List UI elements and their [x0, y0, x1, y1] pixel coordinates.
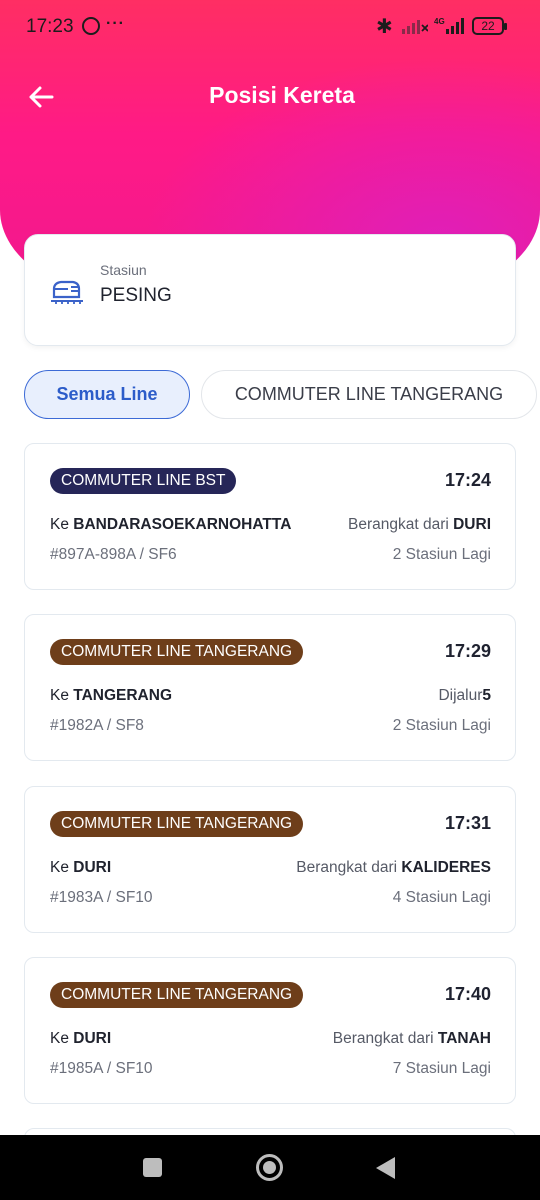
- signal-4g-icon: 4G: [434, 17, 464, 34]
- departure-value: TANAH: [437, 1030, 491, 1047]
- line-badge: COMMUTER LINE BST: [50, 468, 237, 494]
- filter-chip-all-lines[interactable]: Semua Line: [24, 370, 190, 419]
- departure-value: KALIDERES: [401, 859, 491, 876]
- train-number: #1985A / SF10: [50, 1060, 153, 1077]
- destination-prefix: Ke: [50, 1030, 74, 1047]
- station-label: Stasiun: [100, 262, 147, 278]
- line-badge: COMMUTER LINE TANGERANG: [50, 639, 304, 665]
- departure-info: Berangkat dari TANAH: [333, 1030, 491, 1048]
- bluetooth-icon: ✱: [376, 16, 393, 38]
- destination: Ke BANDARASOEKARNOHATTA: [50, 516, 291, 534]
- departure-prefix: Berangkat dari: [296, 859, 402, 876]
- destination-station: BANDARASOEKARNOHATTA: [73, 516, 292, 533]
- station-name: PESING: [100, 285, 172, 306]
- departure-info: Berangkat dari KALIDERES: [296, 859, 491, 877]
- train-card[interactable]: COMMUTER LINE TANGERANG 17:31 Ke DURI Be…: [24, 786, 516, 933]
- recent-apps-icon[interactable]: [143, 1158, 162, 1177]
- destination-prefix: Ke: [50, 859, 74, 876]
- departure-time: 17:31: [444, 813, 491, 833]
- train-card[interactable]: COMMUTER LINE BST 17:24 Ke BANDARASOEKAR…: [24, 443, 516, 590]
- destination-prefix: Ke: [50, 687, 74, 704]
- departure-prefix: Berangkat dari: [347, 516, 454, 533]
- train-card[interactable]: COMMUTER LINE TANGERANG 17:29 Ke TANGERA…: [24, 614, 516, 761]
- filter-chip-tangerang[interactable]: COMMUTER LINE TANGERANG: [201, 370, 537, 419]
- departure-time: 17:24: [444, 470, 491, 490]
- destination-station: TANGERANG: [73, 687, 173, 704]
- destination: Ke DURI: [50, 859, 111, 877]
- battery-icon: 22: [472, 17, 507, 35]
- status-bar: 17:23 ··· ✱ 4G 22: [0, 0, 540, 56]
- departure-time: 17:40: [444, 984, 491, 1004]
- system-nav-bar: [0, 1135, 540, 1200]
- whatsapp-icon: [82, 17, 100, 35]
- departure-time: 17:29: [444, 641, 491, 661]
- departure-info: Berangkat dari DURI: [348, 516, 491, 534]
- status-time: 17:23: [26, 16, 74, 37]
- destination-station: DURI: [73, 859, 112, 876]
- line-badge: COMMUTER LINE TANGERANG: [50, 982, 304, 1008]
- train-card[interactable]: COMMUTER LINE TANGERANG 17:40 Ke DURI Be…: [24, 957, 516, 1104]
- departure-info: Dijalur5: [438, 687, 491, 705]
- train-number: #897A-898A / SF6: [50, 546, 177, 563]
- train-icon: [51, 280, 83, 304]
- station-selector[interactable]: Stasiun PESING: [24, 234, 516, 346]
- destination-prefix: Ke: [50, 516, 74, 533]
- stations-remaining: 4 Stasiun Lagi: [392, 889, 491, 906]
- line-badge: COMMUTER LINE TANGERANG: [50, 811, 304, 837]
- train-number: #1983A / SF10: [50, 889, 153, 906]
- destination-station: DURI: [73, 1030, 112, 1047]
- stations-remaining: 2 Stasiun Lagi: [392, 717, 491, 734]
- departure-prefix: Dijalur: [438, 687, 483, 704]
- stations-remaining: 7 Stasiun Lagi: [392, 1060, 491, 1077]
- departure-value: 5: [482, 687, 491, 704]
- signal-weak-icon: [402, 20, 428, 34]
- home-icon[interactable]: [256, 1154, 283, 1181]
- more-notifications-icon: ···: [106, 15, 125, 32]
- destination: Ke DURI: [50, 1030, 111, 1048]
- destination: Ke TANGERANG: [50, 687, 172, 705]
- page-title: Posisi Kereta: [209, 82, 355, 108]
- train-number: #1982A / SF8: [50, 717, 144, 734]
- network-type: 4G: [434, 17, 445, 26]
- departure-value: DURI: [453, 516, 491, 533]
- system-back-icon[interactable]: [376, 1157, 395, 1179]
- departure-prefix: Berangkat dari: [332, 1030, 438, 1047]
- stations-remaining: 2 Stasiun Lagi: [392, 546, 491, 563]
